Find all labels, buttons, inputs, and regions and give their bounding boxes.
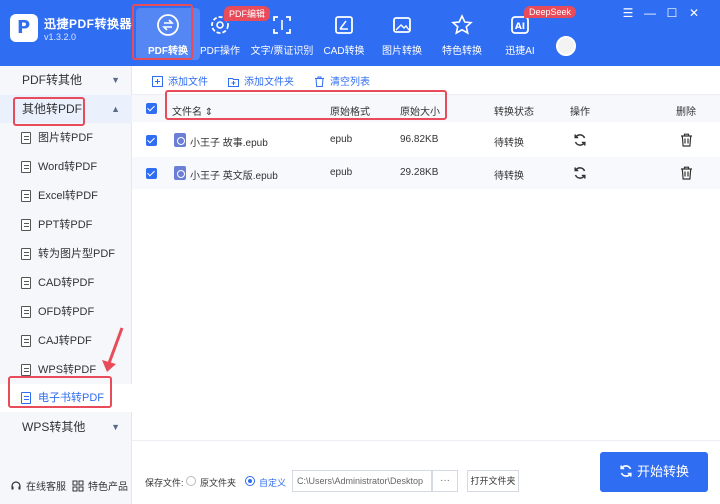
browse-button[interactable]: ··· <box>432 470 458 492</box>
star-icon <box>451 14 473 35</box>
document-icon <box>21 335 31 347</box>
svg-text:AI: AI <box>515 22 525 32</box>
convert-status: 待转换 <box>494 138 524 149</box>
save-path-input[interactable] <box>292 470 432 492</box>
convert-icon <box>157 14 179 36</box>
scan-icon <box>273 16 291 34</box>
column-action: 操作 <box>570 107 590 118</box>
online-service-link[interactable]: 在线客服 <box>10 478 66 493</box>
table-header: 文件名 ⇕ 原始格式 原始大小 转换状态 操作 删除 <box>132 94 720 122</box>
file-name: 小王子 英文版.epub <box>190 171 278 182</box>
tab-cad-convert[interactable]: CAD转换 <box>312 8 376 60</box>
title-bar: P 迅捷PDF转换器 v1.3.2.0 PDF转换 PDF操作 文字/票证识别 … <box>0 0 720 66</box>
tab-special-convert[interactable]: 特色转换 <box>430 8 494 60</box>
file-format: epub <box>330 167 353 178</box>
document-icon <box>21 132 31 144</box>
chevron-down-icon: ▼ <box>111 422 120 432</box>
sidebar-group-pdf-to-other[interactable]: PDF转其他 ▼ <box>0 66 132 94</box>
radio-original-folder[interactable] <box>186 476 196 486</box>
refresh-icon[interactable] <box>573 166 587 180</box>
file-size: 29.28KB <box>400 167 439 178</box>
file-format: epub <box>330 134 353 145</box>
open-folder-button[interactable]: 打开文件夹 <box>467 470 519 492</box>
sidebar-item-image-to-pdf[interactable]: 图片转PDF <box>0 124 132 152</box>
clear-list-button[interactable]: 清空列表 <box>314 73 370 88</box>
document-icon <box>21 306 31 318</box>
app-name: 迅捷PDF转换器 <box>44 17 133 31</box>
maximize-button[interactable]: ☐ <box>664 6 680 20</box>
sidebar-item-image-pdf[interactable]: 转为图片型PDF <box>0 240 132 268</box>
radio-original-folder-label: 原文件夹 <box>200 478 237 488</box>
avatar[interactable] <box>556 36 576 56</box>
radio-custom[interactable] <box>245 476 255 486</box>
add-folder-button[interactable]: 添加文件夹 <box>228 73 294 88</box>
sidebar-item-ebook-to-pdf[interactable]: 电子书转PDF <box>0 384 132 412</box>
column-status: 转换状态 <box>494 107 534 118</box>
file-size: 96.82KB <box>400 134 439 145</box>
row-checkbox[interactable] <box>146 135 157 146</box>
document-icon <box>21 161 31 173</box>
document-icon <box>21 392 31 404</box>
sidebar-item-cad-to-pdf[interactable]: CAD转PDF <box>0 269 132 297</box>
document-icon <box>21 248 31 260</box>
row-checkbox[interactable] <box>146 168 157 179</box>
file-name: 小王子 故事.epub <box>190 138 268 149</box>
radio-custom-label: 自定义 <box>259 478 287 488</box>
grid-icon <box>72 480 84 492</box>
sort-icon[interactable]: ⇕ <box>205 107 213 118</box>
column-delete: 删除 <box>676 107 696 118</box>
cad-icon <box>335 16 353 34</box>
app-version: v1.3.2.0 <box>44 32 77 42</box>
refresh-icon[interactable] <box>573 133 587 147</box>
featured-products-link[interactable]: 特色产品 <box>72 478 128 493</box>
menu-icon[interactable]: ☰ <box>620 6 636 20</box>
annotation-arrow-icon <box>102 327 124 372</box>
folder-plus-icon <box>228 78 239 87</box>
document-icon <box>21 277 31 289</box>
epub-file-icon <box>174 133 186 147</box>
column-size: 原始大小 <box>400 107 440 118</box>
convert-status: 待转换 <box>494 171 524 182</box>
table-row[interactable]: 小王子 英文版.epub epub 29.28KB 待转换 <box>132 157 720 189</box>
sidebar-group-other-to-pdf[interactable]: 其他转PDF ▲ <box>0 95 132 123</box>
start-convert-button[interactable]: 开始转换 <box>600 452 708 492</box>
pdf-edit-badge[interactable]: PDF编辑 <box>224 6 271 21</box>
minimize-button[interactable]: — <box>642 6 658 20</box>
sidebar-item-ofd-to-pdf[interactable]: OFD转PDF <box>0 298 132 326</box>
chevron-up-icon: ▲ <box>111 104 120 114</box>
chevron-down-icon: ▼ <box>111 75 120 85</box>
sidebar-item-ppt-to-pdf[interactable]: PPT转PDF <box>0 211 132 239</box>
column-filename[interactable]: 文件名 ⇕ <box>172 103 213 118</box>
tab-image-convert[interactable]: 图片转换 <box>370 8 434 60</box>
save-file-label: 保存文件: <box>145 478 184 488</box>
add-file-button[interactable]: 添加文件 <box>152 73 208 88</box>
image-icon <box>393 17 411 33</box>
epub-file-icon <box>174 166 186 180</box>
delete-icon[interactable] <box>680 133 693 147</box>
sidebar-item-word-to-pdf[interactable]: Word转PDF <box>0 153 132 181</box>
trash-icon <box>315 76 324 87</box>
document-icon <box>21 364 31 376</box>
document-icon <box>21 190 31 202</box>
refresh-icon <box>620 465 632 477</box>
app-logo: P <box>10 14 38 42</box>
close-button[interactable]: ✕ <box>686 6 702 20</box>
deepseek-badge[interactable]: DeepSeek <box>524 6 577 18</box>
add-file-icon <box>152 76 163 87</box>
headset-icon <box>11 481 21 490</box>
table-row[interactable]: 小王子 故事.epub epub 96.82KB 待转换 <box>132 124 720 156</box>
sidebar-item-excel-to-pdf[interactable]: Excel转PDF <box>0 182 132 210</box>
document-icon <box>21 219 31 231</box>
select-all-checkbox[interactable] <box>146 103 157 114</box>
column-format: 原始格式 <box>330 107 370 118</box>
sidebar-group-wps-to-other[interactable]: WPS转其他 ▼ <box>0 413 132 441</box>
delete-icon[interactable] <box>680 166 693 180</box>
